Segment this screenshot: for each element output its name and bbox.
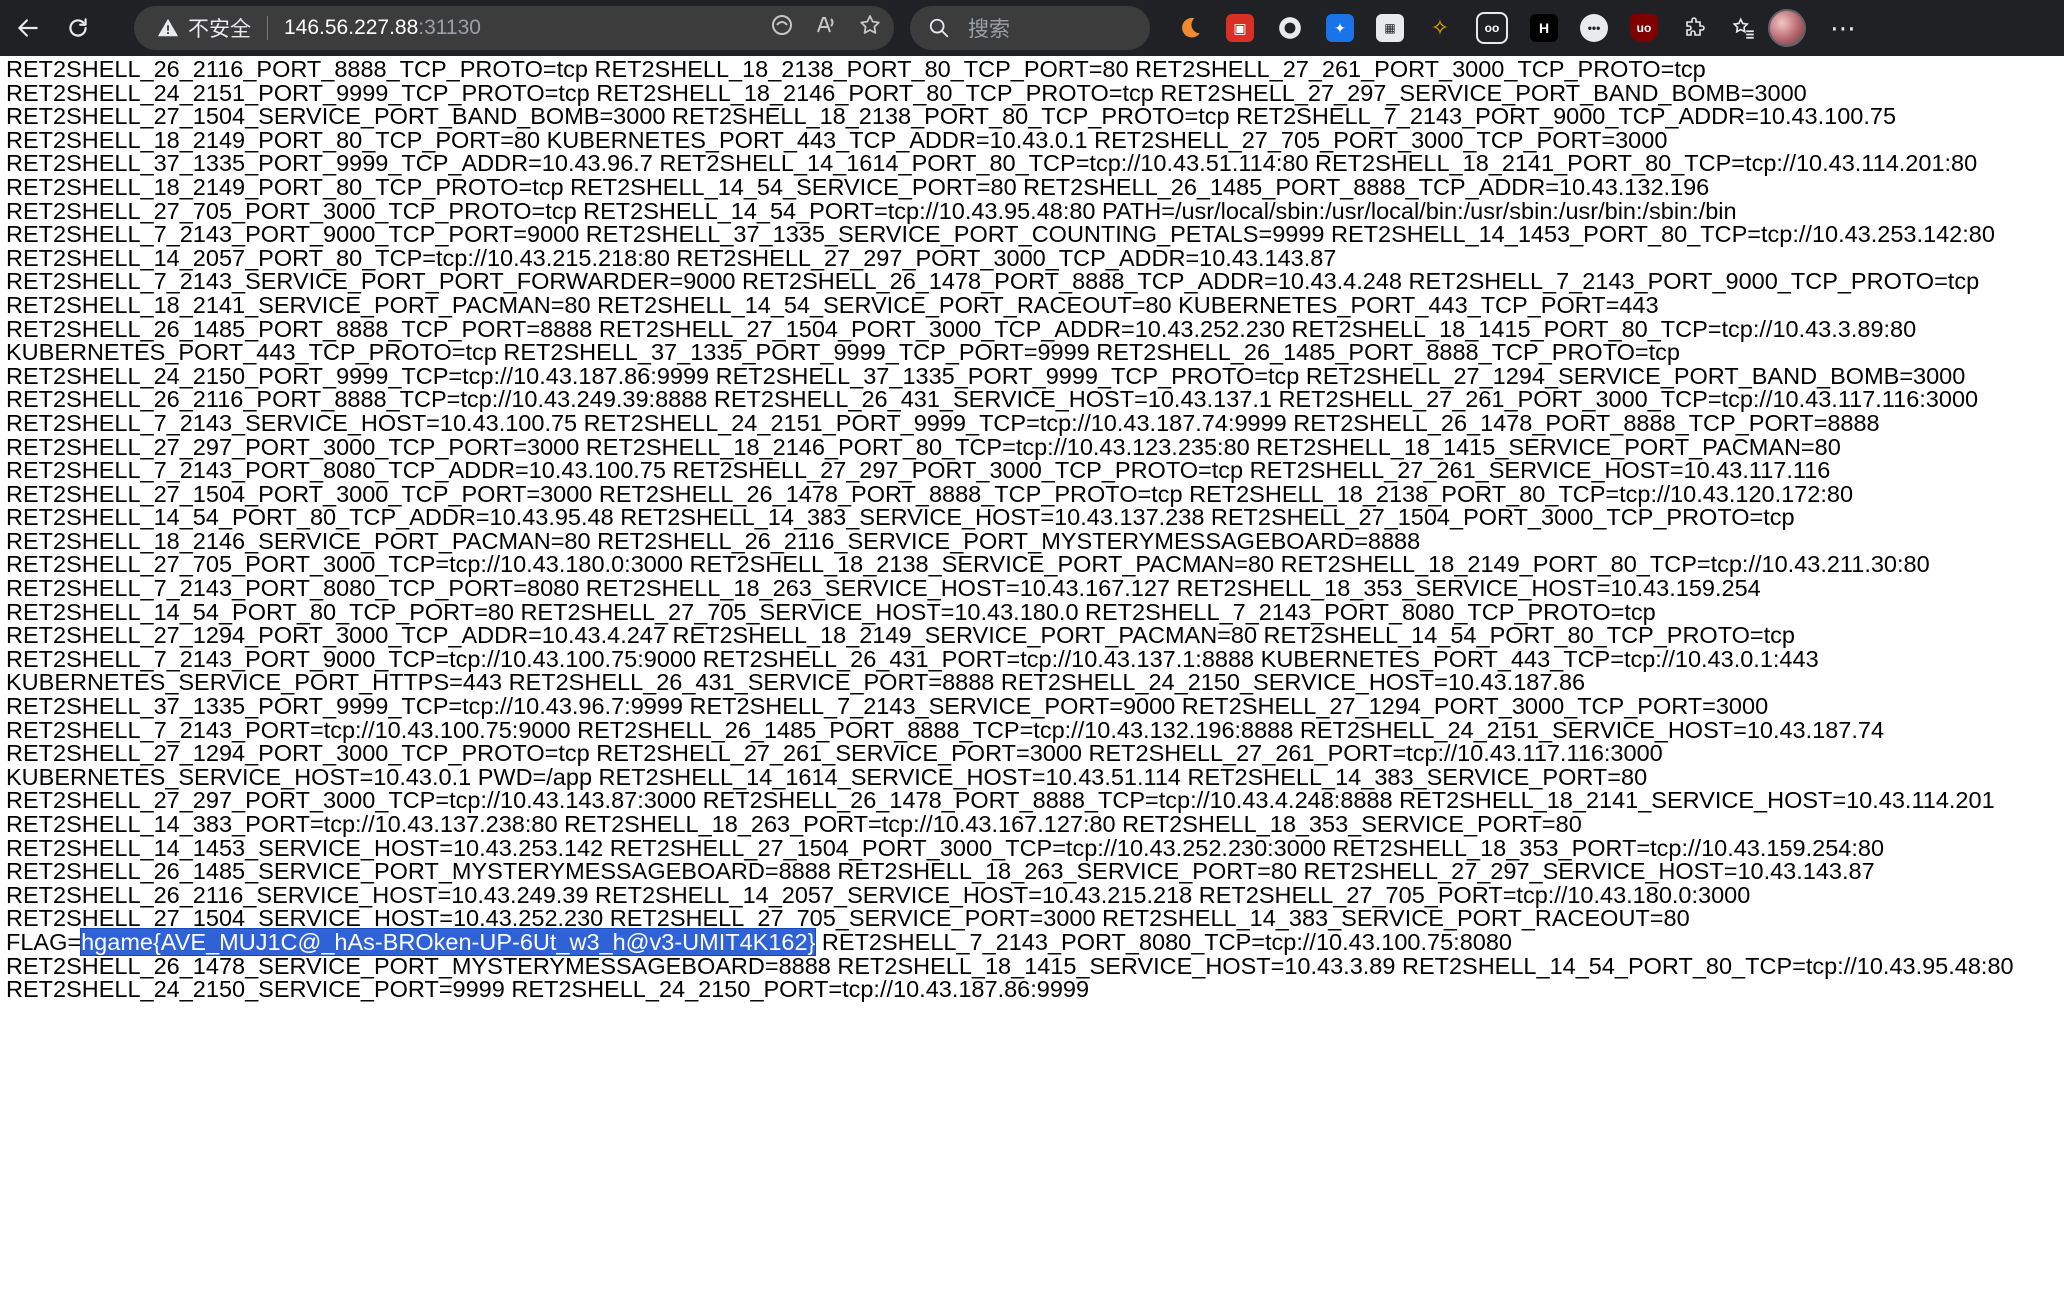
env-var-line: RET2SHELL_7_2143_PORT_9000_TCP=tcp://10.… xyxy=(6,645,1819,672)
env-var-line: RET2SHELL_18_2149_PORT_80_TCP_PORT=80 KU… xyxy=(6,126,1668,153)
extensions-puzzle-icon[interactable] xyxy=(1680,14,1708,42)
env-var-line: RET2SHELL_27_297_PORT_3000_TCP_PORT=3000… xyxy=(6,433,1841,460)
warning-icon[interactable] xyxy=(156,16,180,40)
env-var-line: RET2SHELL_14_54_PORT_80_TCP_ADDR=10.43.9… xyxy=(6,504,1795,531)
extensions-row: ▣ ✦ ▦ ✧ oo H ••• uo xyxy=(1176,12,1758,44)
env-var-line: RET2SHELL_14_2057_PORT_80_TCP=tcp://10.4… xyxy=(6,244,1337,271)
address-bar[interactable]: 不安全 146.56.227.88:31130 xyxy=(134,6,894,50)
circle-extension-icon[interactable] xyxy=(1276,14,1304,42)
cube-extension-icon[interactable]: ▣ xyxy=(1226,14,1254,42)
search-box[interactable]: 搜索 xyxy=(910,6,1150,50)
env-var-line: RET2SHELL_37_1335_PORT_9999_TCP=tcp://10… xyxy=(6,693,1769,720)
favorites-list-icon[interactable] xyxy=(1730,14,1758,42)
env-var-line: RET2SHELL_7_2143_PORT_9000_TCP_PORT=9000… xyxy=(6,221,1995,248)
translate-icon[interactable] xyxy=(770,13,794,43)
env-var-line: RET2SHELL_26_2116_PORT_8888_TCP_PROTO=tc… xyxy=(6,56,1706,82)
env-var-line: RET2SHELL_27_1504_PORT_3000_TCP_PORT=300… xyxy=(6,480,1854,507)
letter-extension-icon[interactable]: H xyxy=(1530,14,1558,42)
env-var-line: KUBERNETES_SERVICE_HOST=10.43.0.1 PWD=/a… xyxy=(6,763,1648,790)
env-lines: RET2SHELL_26_2116_PORT_8888_TCP_PROTO=tc… xyxy=(6,56,2064,932)
favorite-star-icon[interactable] xyxy=(858,13,882,43)
env-var-line: RET2SHELL_14_1453_SERVICE_HOST=10.43.253… xyxy=(6,834,1885,861)
env-var-line: RET2SHELL_24_2151_PORT_9999_TCP_PROTO=tc… xyxy=(6,79,1807,106)
env-var-line: RET2SHELL_27_1294_PORT_3000_TCP_PROTO=tc… xyxy=(6,740,1663,767)
bird-extension-icon[interactable]: ✦ xyxy=(1326,14,1354,42)
chat-extension-icon[interactable]: ••• xyxy=(1580,14,1608,42)
browser-toolbar: 不安全 146.56.227.88:31130 搜索 ▣ ✦ ▦ ✧ oo H… xyxy=(0,0,2064,56)
env-var-line: RET2SHELL_7_2143_PORT=tcp://10.43.100.75… xyxy=(6,716,1885,743)
url-port[interactable]: :31130 xyxy=(418,16,481,40)
env-var-line: RET2SHELL_14_383_PORT=tcp://10.43.137.23… xyxy=(6,811,1582,837)
env-var-line: RET2SHELL_7_2143_PORT_8080_TCP_ADDR=10.4… xyxy=(6,457,1831,484)
read-aloud-icon[interactable] xyxy=(814,13,838,43)
env-var-line: RET2SHELL_24_2150_SERVICE_PORT=9999 RET2… xyxy=(6,976,1090,1003)
lizard-extension-icon[interactable]: ✧ xyxy=(1426,14,1454,42)
search-icon xyxy=(928,17,950,39)
env-var-line: RET2SHELL_14_54_PORT_80_TCP_PORT=80 RET2… xyxy=(6,598,1656,625)
env-var-line: RET2SHELL_26_2116_SERVICE_HOST=10.43.249… xyxy=(6,881,1751,908)
address-divider xyxy=(267,16,268,40)
env-var-line: RET2SHELL_26_1485_SERVICE_PORT_MYSTERYME… xyxy=(6,858,1875,885)
reload-icon xyxy=(69,18,87,37)
env-var-line: KUBERNETES_SERVICE_PORT_HTTPS=443 RET2SH… xyxy=(6,669,1586,696)
moon-extension-icon[interactable] xyxy=(1176,14,1204,42)
flag-value-selected[interactable]: hgame{AVE_MUJ1C@_hAs-BROken-UP-6Ut_w3_h@… xyxy=(80,927,817,956)
env-dump-text: RET2SHELL_26_2116_PORT_8888_TCP_PROTO=tc… xyxy=(0,56,2064,1002)
env-var-line: RET2SHELL_18_2141_SERVICE_PORT_PACMAN=80… xyxy=(6,291,1659,318)
env-var-line: RET2SHELL_37_1335_PORT_9999_TCP_ADDR=10.… xyxy=(6,150,1978,177)
env-var-line: RET2SHELL_26_1478_SERVICE_PORT_MYSTERYME… xyxy=(6,952,2014,979)
url-host[interactable]: 146.56.227.88 xyxy=(284,16,418,40)
env-var-line: RET2SHELL_7_2143_SERVICE_PORT_PORT_FORWA… xyxy=(6,268,1980,295)
profile-avatar[interactable] xyxy=(1768,9,1806,47)
ublock-icon[interactable]: uo xyxy=(1630,14,1658,42)
flag-line: FLAG=hgame{AVE_MUJ1C@_hAs-BROken-UP-6Ut_… xyxy=(6,927,2064,956)
env-var-line: RET2SHELL_18_2146_SERVICE_PORT_PACMAN=80… xyxy=(6,527,1421,554)
flag-line-suffix: RET2SHELL_7_2143_PORT_8080_TCP=tcp://10.… xyxy=(815,928,1512,955)
back-button[interactable] xyxy=(8,8,48,48)
search-placeholder: 搜索 xyxy=(968,18,1010,41)
env-var-line: RET2SHELL_18_2149_PORT_80_TCP_PROTO=tcp … xyxy=(6,173,1710,200)
glasses-extension-icon[interactable]: oo xyxy=(1476,12,1508,44)
flag-prefix: FLAG= xyxy=(6,928,82,955)
env-var-line: RET2SHELL_27_705_PORT_3000_TCP=tcp://10.… xyxy=(6,551,1930,578)
env-var-line: RET2SHELL_27_297_PORT_3000_TCP=tcp://10.… xyxy=(6,787,1995,814)
env-var-line: RET2SHELL_26_2116_PORT_8888_TCP=tcp://10… xyxy=(6,386,1979,413)
env-var-line: RET2SHELL_24_2150_PORT_9999_TCP=tcp://10… xyxy=(6,362,1966,389)
security-label[interactable]: 不安全 xyxy=(188,13,251,43)
env-var-line: KUBERNETES_PORT_443_TCP_PROTO=tcp RET2SH… xyxy=(6,339,1680,366)
reload-button[interactable] xyxy=(58,8,98,48)
back-arrow-icon xyxy=(18,19,38,37)
env-var-line: RET2SHELL_7_2143_PORT_8080_TCP_PORT=8080… xyxy=(6,575,1761,602)
env-var-line: RET2SHELL_27_705_PORT_3000_TCP_PROTO=tcp… xyxy=(6,197,1737,224)
qr-code-icon[interactable]: ▦ xyxy=(1376,14,1404,42)
env-var-line: RET2SHELL_27_1504_SERVICE_PORT_BAND_BOMB… xyxy=(6,103,1897,130)
env-var-line: RET2SHELL_26_1485_PORT_8888_TCP_PORT=888… xyxy=(6,315,1917,342)
more-menu-icon[interactable]: ⋯ xyxy=(1830,13,1858,44)
env-var-line: RET2SHELL_27_1504_SERVICE_HOST=10.43.252… xyxy=(6,905,1690,932)
env-lines-after: RET2SHELL_26_1478_SERVICE_PORT_MYSTERYME… xyxy=(6,952,2064,1003)
env-var-line: RET2SHELL_27_1294_PORT_3000_TCP_ADDR=10.… xyxy=(6,622,1795,649)
env-var-line: RET2SHELL_7_2143_SERVICE_HOST=10.43.100.… xyxy=(6,409,1880,436)
